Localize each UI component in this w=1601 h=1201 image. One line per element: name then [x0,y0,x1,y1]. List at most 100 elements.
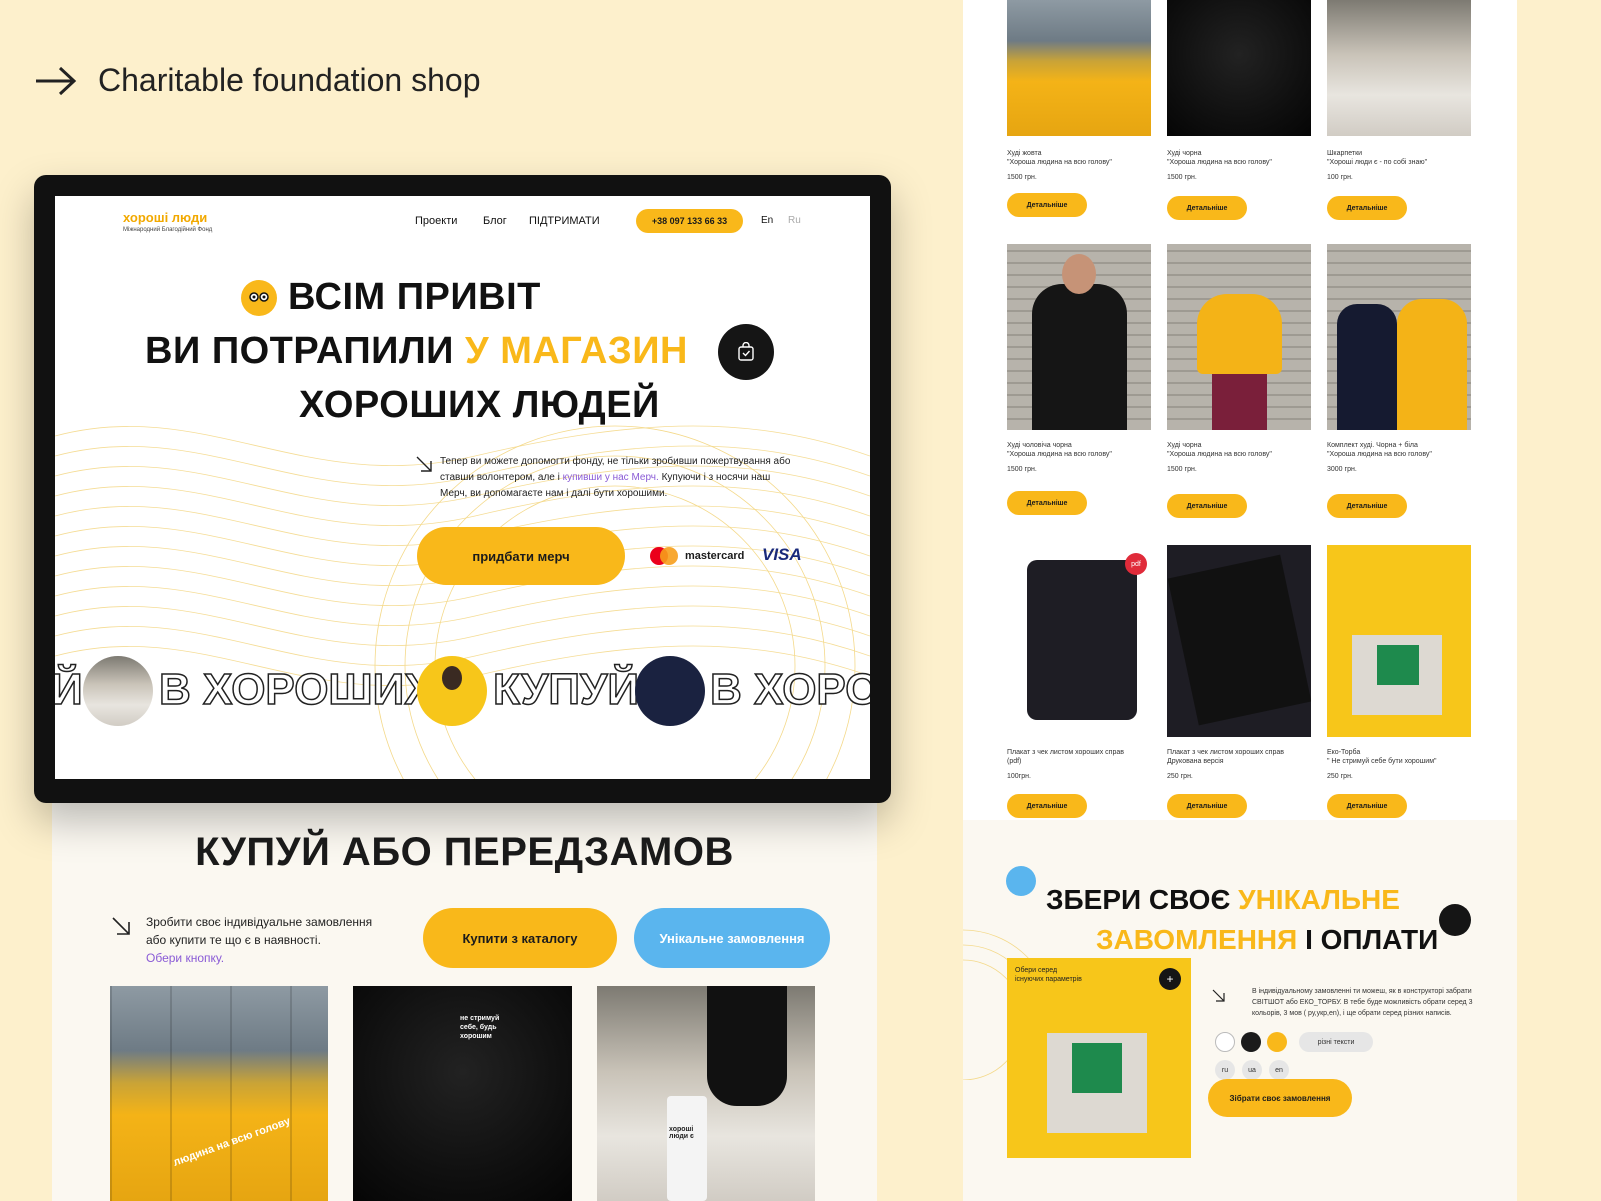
mastercard-logo: mastercard [649,546,744,566]
product-name: Комплект худі. Чорна + біла "Хороша людин… [1327,442,1432,458]
details-button[interactable]: Детальніше [1007,193,1087,217]
product-price: 250 грн. [1327,773,1353,780]
nav-projects[interactable]: Проекти [415,215,457,227]
photo-print-text: хороші люди є [669,1126,694,1140]
site-logo[interactable]: хороші люди Міжнародний Благодійний Фонд [123,210,212,233]
product-image-1[interactable] [1007,0,1151,136]
lang-chip-en[interactable]: en [1269,1060,1289,1080]
color-swatch-white[interactable] [1215,1032,1235,1052]
marquee-word: В ХОРОШИХ [158,664,434,715]
phone-button[interactable]: +38 097 133 66 33 [636,209,743,233]
color-swatch-yellow[interactable] [1267,1032,1287,1052]
product-price: 1500 грн. [1167,466,1197,473]
builder-title-highlight: УНІКАЛЬНЕ [1238,884,1400,915]
details-button[interactable]: Детальніше [1167,794,1247,818]
mastercard-text: mastercard [685,550,745,562]
product-price: 100 грн. [1327,174,1353,181]
lang-ru[interactable]: Ru [788,215,801,226]
details-button[interactable]: Детальніше [1007,794,1087,818]
builder-title-highlight: ЗАВОМЛЕННЯ [1096,924,1298,955]
details-button[interactable]: Детальніше [1327,494,1407,518]
logo-subtitle: Міжнародний Благодійний Фонд [123,227,213,233]
details-button[interactable]: Детальніше [1327,196,1407,220]
details-button[interactable]: Детальніше [1007,491,1087,515]
laptop-mockup: хороші люди Міжнародний Благодійний Фонд… [34,175,891,803]
buy-catalog-button[interactable]: Купити з каталогу [423,908,617,968]
product-price: 1500 грн. [1167,174,1197,181]
page-title: Charitable foundation shop [98,62,481,98]
product-price: 250 грн. [1167,773,1193,780]
hero-line-2: ВИ ПОТРАПИЛИ У МАГАЗИН [145,330,688,373]
marquee-photo-socks [83,656,153,726]
builder-title-line-2: ЗАВОМЛЕННЯ І ОПЛАТИ [1096,924,1438,956]
lower-page: КУПУЙ АБО ПЕРЕДЗАМОВ Зробити своє індиві… [52,780,877,1201]
section-title: КУПУЙ АБО ПЕРЕДЗАМОВ [195,830,734,874]
texts-chip[interactable]: різні тексти [1299,1032,1373,1052]
photo-print-text: не стримуй себе, будь хорошим [460,1015,500,1040]
product-image-8[interactable] [1167,545,1311,737]
logo-text: хороші люди [123,210,208,225]
merch-link[interactable]: купивши у нас Мерч. [563,472,659,483]
product-name: Худі жовта "Хороша людина на всю голову" [1007,150,1112,166]
smile-icon [241,280,277,316]
hero-line-3: ХОРОШИХ ЛЮДЕЙ [299,384,660,426]
product-name: Худі чоловіча чорна "Хороша людина на всю… [1007,442,1112,458]
nav-support[interactable]: ПІДТРИМАТИ [529,215,600,227]
collect-order-button[interactable]: Зібрати своє замовлення [1208,1079,1352,1117]
visa-logo: VISA [762,545,802,564]
builder-title-text: ЗБЕРИ СВОЄ [1046,884,1231,915]
product-photo-socks[interactable]: хороші люди є [597,986,815,1201]
product-name: Еко-Торба " Не стримуй себе бути хорошим" [1327,749,1437,765]
buy-merch-button[interactable]: придбати мерч [417,527,625,585]
color-swatch-black[interactable] [1241,1032,1261,1052]
arrow-down-right-icon [416,456,432,472]
product-price: 1500 грн. [1007,174,1037,181]
product-image-5[interactable] [1167,244,1311,430]
details-button[interactable]: Детальніше [1167,196,1247,220]
builder-title-line-1: ЗБЕРИ СВОЄ УНІКАЛЬНЕ [1046,884,1400,916]
details-button[interactable]: Детальніше [1167,494,1247,518]
builder-description: В індивідуальному замовленні ти можеш, я… [1252,988,1473,1017]
arrow-right-icon [36,66,77,95]
bag-icon [1006,866,1036,896]
marquee-photo-hoodie [417,656,487,726]
product-name: Шкарпетки "Хороші люди є - по собі знаю" [1327,150,1428,166]
hero-line-2-highlight: У МАГАЗИН [465,330,688,372]
arrow-down-right-icon [112,917,130,935]
lang-chip-ru[interactable]: ru [1215,1060,1235,1080]
product-image-2[interactable] [1167,0,1311,136]
order-description: Зробити своє індивідуальне замовлення аб… [146,913,376,967]
product-photo-yellow-hoodie[interactable]: людина на всю голову [110,986,328,1201]
lang-en[interactable]: En [761,215,773,226]
product-name: Плакат з чек листом хороших справ Друкова… [1167,749,1284,765]
details-button[interactable]: Детальніше [1327,794,1407,818]
product-name: Худі чорна "Хороша людина на всю голову" [1167,442,1272,458]
hero-description: Тепер ви можете допомогти фонду, не тіль… [440,454,800,502]
product-image-9[interactable] [1327,545,1471,737]
builder-preview-image[interactable]: Обери серед існуючих параметрів + [1007,958,1191,1158]
product-photo-black-hoodie[interactable]: не стримуй себе, будь хорошим [353,986,572,1201]
card-icon [1439,904,1471,936]
shopping-bag-icon[interactable] [718,324,774,380]
arrow-down-right-icon [1212,989,1225,1002]
nav-blog[interactable]: Блог [483,215,507,227]
unique-order-button[interactable]: Унікальне замовлення [634,908,830,968]
page-header: Charitable foundation shop [34,62,481,99]
lang-chip-ua[interactable]: ua [1242,1060,1262,1080]
marquee-photo-poster [635,656,705,726]
product-image-3[interactable] [1327,0,1471,136]
product-image-6[interactable] [1327,244,1471,430]
product-name: Плакат з чек листом хороших справ (pdf) [1007,749,1124,765]
product-image-7[interactable]: pdf [1007,545,1151,737]
right-page: Худі жовта "Хороша людина на всю голову" … [963,0,1517,1201]
add-icon[interactable]: + [1159,968,1181,990]
product-price: 1500 грн. [1007,466,1037,473]
hero-line-2-text: ВИ ПОТРАПИЛИ [145,330,454,372]
marquee-word: В ХОРО [709,664,870,715]
marquee-word: Й [55,664,83,715]
choose-button-link[interactable]: Обери кнопку. [146,951,224,965]
hero-line-1: ВСІМ ПРИВІТ [288,276,541,318]
marquee-word: КУПУЙ [492,664,639,715]
builder-image-caption: Обери серед існуючих параметрів [1015,967,1082,983]
product-image-4[interactable] [1007,244,1151,430]
